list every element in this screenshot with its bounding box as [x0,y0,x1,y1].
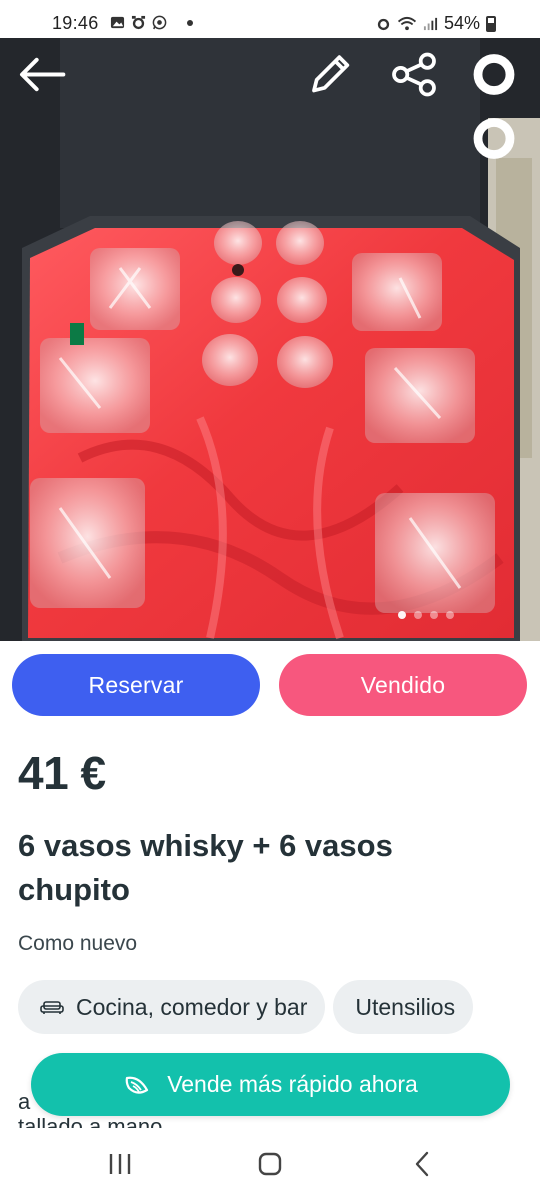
battery-percent: 54% [443,13,480,33]
edit-button[interactable] [306,50,354,98]
product-title: 6 vasos whisky + 6 vasos chupito [18,828,393,907]
share-icon [392,52,436,96]
back-button[interactable] [18,50,66,98]
share-button[interactable] [390,50,438,98]
alarm-icon [377,18,390,31]
home-button[interactable] [250,1146,290,1182]
recent-apps-button[interactable] [100,1146,140,1182]
back-arrow-icon [20,57,66,91]
gallery-icon [110,16,125,29]
sell-faster-button[interactable]: Vende más rápido ahora [31,1053,510,1116]
whatsapp-icon [152,15,167,30]
product-price: 41 € [18,747,106,799]
product-condition: Como nuevo [18,932,138,955]
carousel-indicator[interactable] [398,611,454,619]
more-vertical-icon [473,53,515,159]
sell-faster-label: Vende más rápido ahora [167,1071,418,1097]
back-icon [415,1151,429,1177]
carousel-dot[interactable] [446,611,454,619]
feather-wing-icon [125,1076,149,1094]
product-photo[interactable] [0,38,540,641]
category-chip-label: Cocina, comedor y bar [76,993,308,1020]
carousel-dot[interactable] [414,611,422,619]
reserve-button[interactable]: Reservar [12,654,260,716]
category-chip-utensils[interactable]: Utensilios [333,980,474,1034]
status-right: 54% [376,13,496,34]
more-options-button[interactable] [470,50,518,159]
category-chips: Cocina, comedor y bar Utensilios [18,980,474,1034]
category-chip-label: Utensilios [355,993,456,1020]
sold-button[interactable]: Vendido [279,654,527,716]
notification-dot-icon [187,19,193,26]
battery-icon [486,15,496,32]
sofa-icon [40,1001,64,1014]
status-left-icons [110,15,193,30]
home-icon [258,1152,282,1176]
alarm-icon [131,15,146,30]
system-back-button[interactable] [402,1146,442,1182]
carousel-dot[interactable] [430,611,438,619]
status-time: 19:46 [52,13,99,33]
wifi-icon [397,16,417,31]
carousel-dot[interactable] [398,611,406,619]
edit-pencil-icon [312,54,350,92]
system-nav-bar [0,1128,540,1200]
product-image [0,38,540,641]
recent-apps-icon [109,1154,131,1174]
category-chip-kitchen[interactable]: Cocina, comedor y bar [18,980,326,1034]
signal-icon [423,17,438,31]
